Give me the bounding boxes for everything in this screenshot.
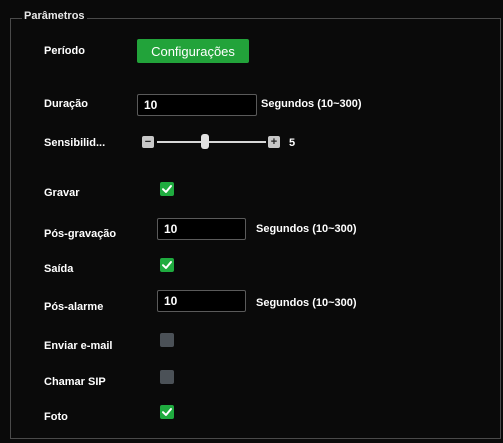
duracao-label: Duração [44, 98, 89, 110]
gravar-label: Gravar [44, 187, 80, 199]
pos-gravacao-unit: Segundos (10~300) [256, 223, 357, 235]
gravar-checkbox[interactable] [160, 182, 174, 196]
foto-label: Foto [44, 411, 68, 423]
checkmark-icon [162, 408, 172, 416]
pos-alarme-input[interactable] [157, 290, 246, 312]
duracao-unit: Segundos (10~300) [261, 98, 362, 110]
sensibilidade-slider-thumb[interactable] [200, 134, 209, 149]
duracao-input[interactable] [137, 94, 257, 116]
section-legend: Parâmetros [22, 10, 87, 22]
slider-decrease-button[interactable]: − [142, 136, 154, 148]
pos-gravacao-label: Pós-gravação [44, 228, 117, 240]
enviar-email-checkbox[interactable] [160, 333, 174, 347]
foto-checkbox[interactable] [160, 405, 174, 419]
enviar-email-label: Enviar e-mail [44, 340, 113, 352]
configuracoes-button[interactable]: Configurações [137, 39, 249, 63]
chamar-sip-label: Chamar SIP [44, 376, 106, 388]
saida-checkbox[interactable] [160, 258, 174, 272]
checkmark-icon [162, 185, 172, 193]
checkmark-icon [162, 261, 172, 269]
pos-alarme-unit: Segundos (10~300) [256, 297, 357, 309]
periodo-label: Período [44, 45, 85, 57]
sensibilidade-label: Sensibilid... [44, 137, 106, 149]
pos-alarme-label: Pós-alarme [44, 301, 104, 313]
saida-label: Saída [44, 263, 74, 275]
sensibilidade-slider-track[interactable] [157, 141, 266, 143]
slider-increase-button[interactable]: + [268, 136, 280, 148]
pos-gravacao-input[interactable] [157, 218, 246, 240]
sensibilidade-value: 5 [289, 137, 296, 149]
chamar-sip-checkbox[interactable] [160, 370, 174, 384]
